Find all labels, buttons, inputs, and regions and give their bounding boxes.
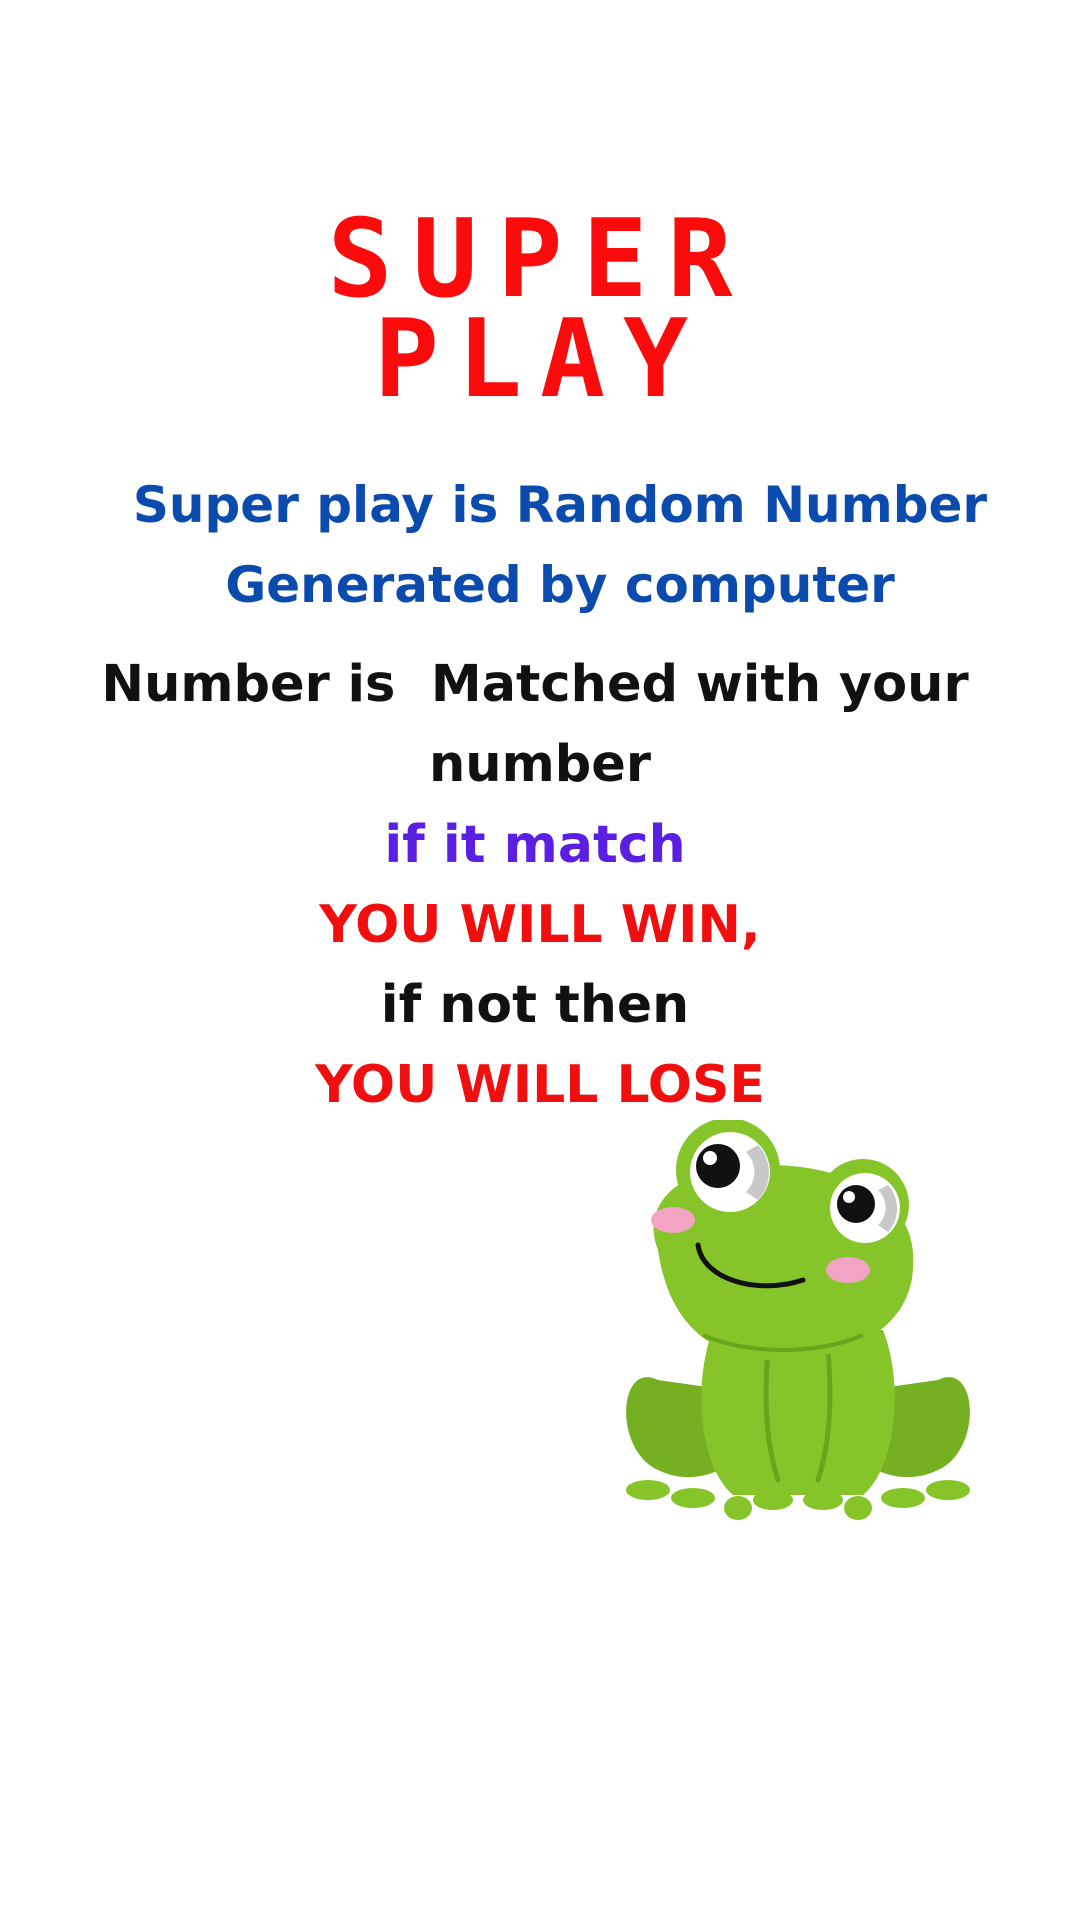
intro-line-1: Super play is Random Number — [132, 476, 988, 534]
frog-right-pupil — [837, 1185, 875, 1223]
frog-icon — [626, 1120, 970, 1520]
frog-left-pupil — [696, 1144, 740, 1188]
result-lose: YOU WILL LOSE — [315, 1055, 765, 1115]
rule-line-2: number — [428, 735, 651, 794]
title-play: PLAY — [373, 297, 707, 422]
frog-left-cheek — [651, 1207, 695, 1233]
condition-match: if it match — [384, 815, 686, 875]
condition-not: if not then — [380, 975, 690, 1035]
frog-right-cheek — [826, 1257, 870, 1283]
title-super: SUPER — [327, 197, 753, 322]
result-win: YOU WILL WIN, — [319, 895, 761, 955]
intro-line-2: Generated by computer — [225, 556, 895, 614]
rule-line-1: Number is Matched with your — [101, 655, 969, 714]
